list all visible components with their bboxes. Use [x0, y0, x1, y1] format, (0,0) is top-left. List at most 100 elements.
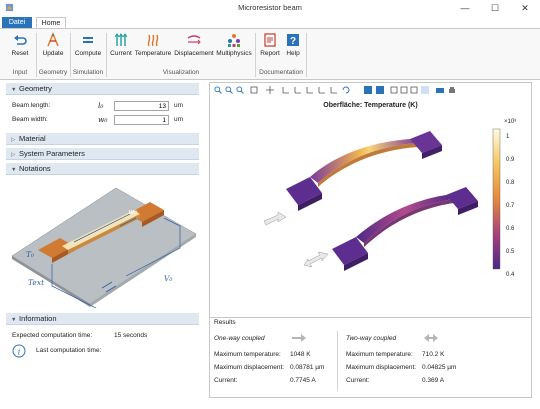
displacement-label: Displacement [174, 50, 214, 57]
beam-width-row: Beam width: w₀ um [6, 115, 199, 126]
beam-length-input[interactable] [114, 101, 169, 111]
maximize-button[interactable]: ☐ [484, 0, 506, 16]
close-button[interactable]: ✕ [514, 0, 536, 16]
rotate-icon[interactable] [342, 86, 350, 94]
minimize-button[interactable]: — [454, 0, 476, 16]
beam-width-input[interactable] [114, 115, 169, 125]
temperature-icon [147, 34, 159, 47]
notation-v0: V₀ [164, 274, 173, 283]
two-way-current-value: 0.369 A [422, 377, 445, 384]
multiphysics-button[interactable]: Multiphysics [216, 32, 252, 66]
beam-length-row: Beam length: l₀ um [6, 101, 199, 112]
camera-icon[interactable] [436, 86, 444, 94]
colorbar-tick: 0.6 [506, 226, 515, 232]
transparency-icon[interactable] [400, 86, 408, 94]
view-yz-icon[interactable] [294, 86, 302, 94]
displacement-button[interactable]: Displacement [172, 32, 216, 66]
temperature-label: Temperature [134, 50, 172, 57]
select-icon[interactable] [376, 86, 384, 94]
compute-button[interactable]: Compute [72, 32, 104, 66]
multiphysics-icon [228, 34, 240, 47]
title-bar: Microresistor beam — ☐ ✕ [0, 0, 540, 16]
current-button[interactable]: Current [108, 32, 134, 66]
zoom-box-icon[interactable] [236, 86, 244, 94]
notation-l0: l₀ [91, 192, 97, 201]
section-notations-label: Notations [19, 164, 51, 173]
update-button[interactable]: Update [38, 32, 68, 66]
section-geometry[interactable]: ▼ Geometry [6, 83, 199, 95]
colorbar-exponent: ×10³ [504, 119, 517, 125]
beam-length-label: Beam length: [12, 102, 51, 109]
report-icon [264, 33, 276, 47]
section-information[interactable]: ▼ Information [6, 313, 199, 325]
colorbar [492, 128, 501, 270]
ribbon: Reset Update Compute Current Temperature [0, 28, 540, 80]
colorbar-tick: 0.4 [506, 272, 515, 278]
beam-length-symbol: l₀ [98, 101, 104, 110]
last-time-label: Last computation time: [36, 347, 102, 354]
wireframe-icon[interactable] [390, 86, 398, 94]
expand-triangle-icon: ▷ [11, 137, 16, 143]
one-way-max-disp-value: 0.08781 µm [290, 364, 325, 371]
expand-triangle-icon: ▷ [11, 152, 16, 158]
one-way-max-disp-label: Maximum displacement: [214, 364, 285, 371]
multiphysics-label: Multiphysics [216, 50, 252, 57]
one-way-header: One-way coupled [214, 335, 265, 342]
zoom-out-icon[interactable] [225, 86, 233, 94]
two-way-header: Two-way coupled [346, 335, 397, 342]
scene-light-icon[interactable] [421, 86, 429, 94]
report-label: Report [260, 50, 280, 57]
zoom-extents-icon[interactable] [250, 86, 258, 94]
colorbar-tick: 0.7 [506, 203, 515, 209]
help-icon: ? [287, 34, 299, 47]
expected-time-value: 15 seconds [114, 332, 148, 339]
view-xy-icon[interactable] [282, 86, 290, 94]
notation-text: Text [28, 278, 45, 287]
current-icon [114, 33, 128, 46]
svg-text:?: ? [290, 36, 296, 47]
group-documentation: Documentation [259, 69, 303, 76]
help-button[interactable]: ? Help [282, 32, 304, 66]
select-box-icon[interactable] [364, 86, 372, 94]
graphics-window[interactable]: Oberfläche: Temperature (K) ×10³ 1 0.9 0… [209, 82, 532, 318]
view-default-icon[interactable] [330, 86, 338, 94]
tab-file[interactable]: Datei [2, 17, 32, 28]
section-system-parameters-label: System Parameters [19, 149, 85, 158]
ribbon-tabs: Datei Home [0, 16, 540, 28]
print-icon[interactable] [448, 86, 456, 94]
update-label: Update [42, 50, 64, 57]
current-label: Current [110, 50, 132, 57]
temperature-button[interactable]: Temperature [134, 32, 172, 66]
two-way-current-label: Current: [346, 377, 370, 384]
one-way-current-value: 0.7745 A [290, 377, 316, 384]
section-system-parameters[interactable]: ▷ System Parameters [6, 148, 199, 160]
status-bar [0, 400, 540, 409]
geometry-update-icon [47, 32, 59, 47]
tab-home[interactable]: Home [36, 17, 66, 28]
view-3d-icon[interactable] [318, 86, 326, 94]
beam-length-unit: um [174, 102, 184, 109]
help-label: Help [286, 50, 300, 57]
ribbon-separator [106, 33, 107, 77]
report-button[interactable]: Report [258, 32, 282, 66]
compute-icon [83, 37, 93, 43]
group-geometry: Geometry [38, 69, 68, 76]
view-zx-icon[interactable] [306, 86, 314, 94]
beam-width-label: Beam width: [12, 116, 48, 123]
zoom-in-icon[interactable] [214, 86, 222, 94]
two-way-arrow-icon [424, 334, 438, 342]
section-notations[interactable]: ▼ Notations [6, 163, 199, 175]
axes-icon[interactable] [266, 86, 274, 94]
collapse-triangle-icon: ▼ [11, 87, 17, 93]
section-material[interactable]: ▷ Material [6, 133, 199, 145]
notation-w0: w₀ [128, 207, 138, 216]
two-way-max-disp-value: 0.04825 µm [422, 364, 457, 371]
graphics-toolbar [210, 83, 531, 97]
expected-time-label: Expected computation time: [12, 332, 93, 339]
colorbar-tick: 0.5 [506, 249, 515, 255]
results-title: Results [214, 319, 236, 326]
colorbar-tick: 0.9 [506, 157, 515, 163]
svg-text:i: i [18, 348, 21, 357]
grid-icon[interactable] [410, 86, 418, 94]
reset-button[interactable]: Reset [6, 32, 34, 66]
